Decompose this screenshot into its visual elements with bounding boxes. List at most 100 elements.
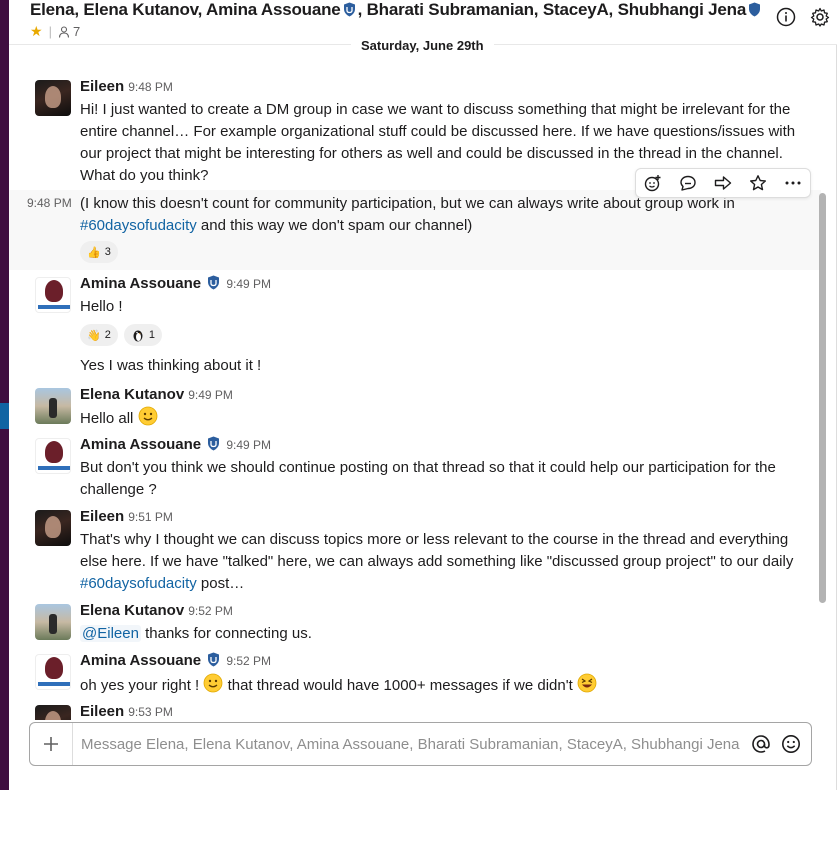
author-name[interactable]: Eileen 9:53 PM: [80, 703, 173, 720]
message-text: (I know this doesn't count for community…: [80, 193, 815, 237]
date-divider: Saturday, June 29th: [9, 38, 837, 58]
author-name-text: Amina Assouane: [80, 652, 202, 669]
star-outline-icon[interactable]: [746, 171, 770, 195]
message-text: oh yes your right ! that thread would ha…: [80, 673, 815, 697]
message-text-part: That's why I thought we can discuss topi…: [80, 531, 794, 570]
plus-icon: [44, 737, 58, 751]
author-name[interactable]: Elena Kutanov 9:49 PM: [80, 386, 233, 403]
reaction-count: 2: [104, 329, 111, 341]
message-text-part: (I know this doesn't count for community…: [80, 195, 735, 212]
author-name-text: Elena Kutanov: [80, 386, 185, 403]
reaction-count: 3: [104, 246, 111, 258]
author-name-text: Elena Kutanov: [80, 602, 185, 619]
wave-icon: 👋: [87, 329, 101, 342]
avatar[interactable]: [35, 438, 71, 474]
message-text-part: and this way we don't spam our channel): [196, 217, 473, 234]
author-name[interactable]: Elena Kutanov 9:52 PM: [80, 602, 233, 619]
more-actions-icon[interactable]: [781, 171, 805, 195]
channel-link[interactable]: #60daysofudacity: [80, 575, 197, 592]
avatar[interactable]: [35, 277, 71, 313]
author-name-text: Eileen: [80, 703, 125, 720]
message: Amina Assouane 9:49 PM But don't you thi…: [9, 436, 821, 502]
reaction-thumbsup[interactable]: 👍 3: [80, 241, 118, 263]
info-icon[interactable]: [775, 6, 797, 28]
message-input[interactable]: Message Elena, Elena Kutanov, Amina Asso…: [81, 736, 741, 753]
message: Amina Assouane 9:49 PM Hello ! 👋 2 1 Yes …: [9, 275, 821, 375]
message-time[interactable]: 9:52 PM: [226, 654, 271, 668]
avatar[interactable]: [35, 388, 71, 424]
conversation-title[interactable]: Elena, Elena Kutanov, Amina Assouane , Bh…: [30, 0, 770, 20]
emoji-icon[interactable]: [781, 734, 801, 754]
author-name[interactable]: Amina Assouane 9:49 PM: [80, 436, 271, 453]
smile-icon: [138, 406, 157, 426]
author-name[interactable]: Eileen 9:48 PM: [80, 78, 173, 95]
author-name[interactable]: Amina Assouane 9:49 PM: [80, 275, 271, 292]
avatar[interactable]: [35, 654, 71, 690]
author-name[interactable]: Eileen 9:51 PM: [80, 508, 173, 525]
message-time[interactable]: 9:49 PM: [226, 438, 271, 452]
title-first-name: Elena,: [30, 0, 79, 19]
share-icon[interactable]: [711, 171, 735, 195]
message-continuation: 9:48 PM (I know this doesn't count for c…: [9, 190, 821, 270]
laughing-icon: [577, 673, 597, 693]
message-time[interactable]: 9:48 PM: [128, 80, 173, 94]
workspace-sidebar: [0, 0, 9, 790]
message-composer[interactable]: Message Elena, Elena Kutanov, Amina Asso…: [29, 722, 812, 766]
message-list: Eileen 9:48 PM Hi! I just wanted to creat…: [9, 60, 821, 720]
title-members-rest: , Bharati Subramanian, StaceyA, Shubhang…: [357, 0, 747, 19]
shield-icon: [208, 275, 220, 290]
message-text: Yes I was thinking about it !: [80, 357, 262, 374]
reaction-penguin[interactable]: 1: [123, 324, 162, 346]
author-name-text: Amina Assouane: [80, 436, 202, 453]
composer-actions: [751, 734, 801, 754]
message-time[interactable]: 9:49 PM: [188, 388, 233, 402]
message: Eileen 9:51 PM That's why I thought we ca…: [9, 508, 821, 600]
message-text-part: thanks for connecting us.: [140, 625, 312, 642]
mention-icon[interactable]: [751, 734, 771, 754]
message-time[interactable]: 9:49 PM: [226, 277, 271, 291]
message-text-part: post…: [196, 575, 245, 592]
shield-icon: [208, 436, 220, 451]
smile-icon: [204, 673, 223, 693]
gear-icon[interactable]: [809, 6, 831, 28]
member-count: 7: [72, 24, 81, 39]
author-name-text: Eileen: [80, 78, 125, 95]
author-name-text: Amina Assouane: [80, 275, 202, 292]
message-time[interactable]: 9:53 PM: [128, 705, 173, 719]
avatar[interactable]: [35, 604, 71, 640]
message-text-part: oh yes your right !: [80, 677, 204, 694]
scrollbar-thumb[interactable]: [819, 193, 826, 603]
add-reaction-icon[interactable]: [641, 171, 665, 195]
gutter-time[interactable]: 9:48 PM: [27, 196, 72, 210]
message-text-part: Hello all: [80, 410, 134, 427]
message-time[interactable]: 9:51 PM: [128, 510, 173, 524]
person-icon: [58, 25, 70, 38]
reactions: 👋 2 1: [80, 324, 162, 346]
reactions: 👍 3: [80, 241, 118, 263]
title-members: Elena Kutanov, Amina Assouane: [83, 0, 341, 19]
avatar[interactable]: [35, 80, 71, 116]
message-time[interactable]: 9:52 PM: [188, 604, 233, 618]
message-text: That's why I thought we can discuss topi…: [80, 529, 815, 595]
user-mention[interactable]: @Eileen: [80, 625, 141, 642]
avatar[interactable]: [35, 510, 71, 546]
author-name[interactable]: Amina Assouane 9:52 PM: [80, 652, 271, 669]
message: Elena Kutanov 9:52 PM @Eileen thanks for …: [9, 602, 821, 648]
message-text: @Eileen thanks for connecting us.: [80, 623, 815, 645]
channel-link[interactable]: #60daysofudacity: [80, 217, 197, 234]
shield-icon: [749, 2, 761, 17]
conversation-pane: Elena, Elena Kutanov, Amina Assouane , Bh…: [9, 0, 837, 790]
penguin-icon: [133, 330, 143, 342]
header-actions: [775, 6, 831, 28]
avatar[interactable]: [35, 705, 71, 720]
date-label: Saturday, June 29th: [351, 38, 494, 53]
reply-thread-icon[interactable]: [676, 171, 700, 195]
thumbsup-icon: 👍: [87, 246, 101, 259]
reaction-count: 1: [148, 329, 155, 341]
members-button[interactable]: 7: [58, 24, 80, 39]
meta-divider: |: [48, 24, 52, 39]
reaction-wave[interactable]: 👋 2: [80, 324, 118, 346]
message-text-part: that thread would have 1000+ messages if…: [223, 677, 577, 694]
attach-button[interactable]: [30, 723, 73, 765]
message-text: Hello all: [80, 406, 815, 430]
